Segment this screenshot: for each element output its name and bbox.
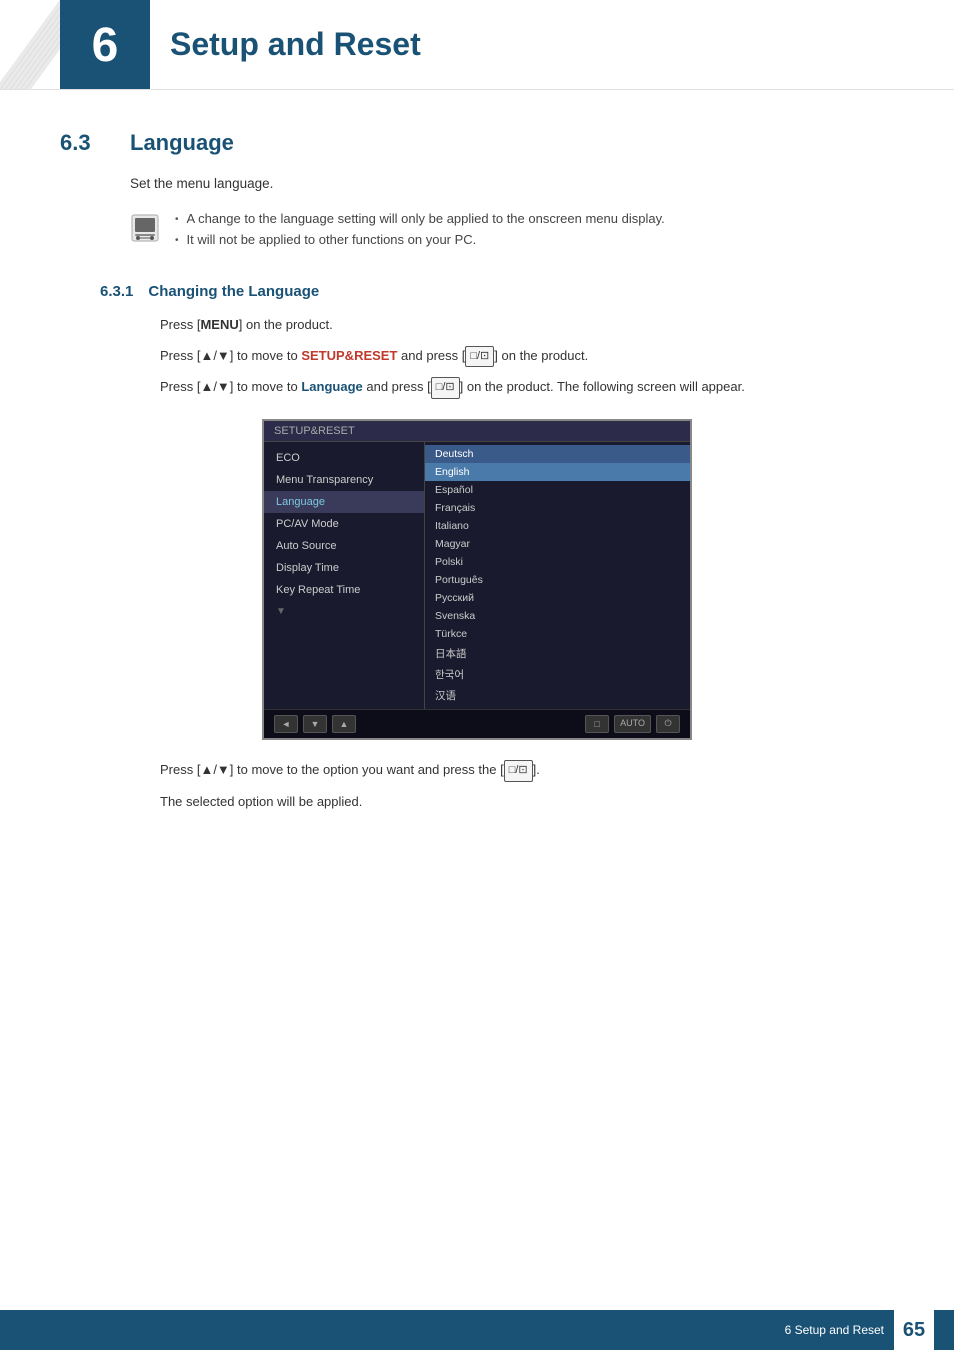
section-header: 6.3 Language (60, 130, 894, 156)
monitor-content-area: ECO Menu Transparency Language PC/AV Mod… (264, 442, 690, 709)
menu-item-eco: ECO (264, 447, 424, 469)
bullet-2: • (175, 235, 179, 246)
step-2: Press [▲/▼] to move to SETUP&RESET and p… (160, 346, 894, 368)
lang-korean: 한국어 (425, 664, 690, 685)
page-number: 65 (894, 1310, 934, 1350)
lang-chinese: 汉语 (425, 685, 690, 706)
note-icon (130, 213, 160, 243)
subsection-title: Changing the Language (148, 283, 319, 300)
monitor-btn-back: ◄ (274, 715, 298, 733)
lang-english: English (425, 463, 690, 481)
step-5: The selected option will be applied. (160, 792, 894, 813)
menu-key: MENU (200, 317, 238, 332)
footer-text: 6 Setup and Reset (785, 1323, 884, 1337)
monitor-btn-down: ▼ (303, 715, 327, 733)
page-footer: 6 Setup and Reset 65 (0, 1310, 954, 1350)
lang-deutsch: Deutsch (425, 445, 690, 463)
note-box: • A change to the language setting will … (130, 211, 894, 253)
monitor-btn-group-right: □ AUTO ⏻ (585, 715, 680, 733)
monitor-btn-up: ▲ (332, 715, 356, 733)
monitor-screenshot: SETUP&RESET ECO Menu Transparency Langua… (262, 419, 692, 740)
lang-russian: Русский (425, 589, 690, 607)
step-3: Press [▲/▼] to move to Language and pres… (160, 377, 894, 399)
monitor-btn-auto: AUTO (614, 715, 651, 733)
setup-reset-label: SETUP&RESET (301, 348, 397, 363)
lang-japanese: 日本語 (425, 643, 690, 664)
monitor-menu-bar: SETUP&RESET (264, 421, 690, 442)
monitor-btn-group-left: ◄ ▼ ▲ (274, 715, 356, 733)
lang-italiano: Italiano (425, 517, 690, 535)
header-stripes (0, 0, 60, 90)
enter-btn-1: □/⊡ (465, 346, 494, 368)
page-header: 6 Setup and Reset (0, 0, 954, 90)
menu-item-autosource: Auto Source (264, 535, 424, 557)
monitor-btn-power: ⏻ (656, 715, 680, 733)
chapter-number: 6 (92, 18, 119, 73)
section-title: Language (130, 130, 234, 156)
note-item-1: • A change to the language setting will … (175, 211, 894, 226)
note-content: • A change to the language setting will … (175, 211, 894, 253)
lang-polski: Polski (425, 553, 690, 571)
monitor-title: SETUP&RESET (274, 425, 355, 437)
menu-item-transparency: Menu Transparency (264, 469, 424, 491)
step-4: Press [▲/▼] to move to the option you wa… (160, 760, 894, 782)
bullet-1: • (175, 214, 179, 225)
section-description: Set the menu language. (130, 176, 894, 191)
main-content: 6.3 Language Set the menu language. • A … (0, 90, 954, 882)
section-number: 6.3 (60, 130, 110, 156)
menu-item-keyrepeat: Key Repeat Time (264, 579, 424, 601)
monitor-btn-enter: □ (585, 715, 609, 733)
language-label: Language (301, 380, 362, 395)
subsection-number: 6.3.1 (100, 283, 133, 300)
menu-item-displaytime: Display Time (264, 557, 424, 579)
lang-espanol: Español (425, 481, 690, 499)
monitor-right-panel: Deutsch English Español Français Italian… (424, 442, 690, 709)
monitor-left-menu: ECO Menu Transparency Language PC/AV Mod… (264, 442, 424, 709)
monitor-bottom-bar: ◄ ▼ ▲ □ AUTO ⏻ (264, 709, 690, 738)
lang-turkce: Türkce (425, 625, 690, 643)
note-item-2: • It will not be applied to other functi… (175, 232, 894, 247)
menu-item-language: Language (264, 491, 424, 513)
menu-item-pcav: PC/AV Mode (264, 513, 424, 535)
chapter-box: 6 (60, 0, 150, 90)
chapter-title: Setup and Reset (170, 26, 421, 63)
lang-magyar: Magyar (425, 535, 690, 553)
lang-francais: Français (425, 499, 690, 517)
subsection-header: 6.3.1 Changing the Language (100, 283, 894, 300)
note-text-2: It will not be applied to other function… (187, 232, 477, 247)
enter-btn-3: □/⊡ (504, 760, 533, 782)
lang-svenska: Svenska (425, 607, 690, 625)
menu-item-more: ▼ (264, 601, 424, 622)
lang-portugues: Português (425, 571, 690, 589)
enter-btn-2: □/⊡ (431, 377, 460, 399)
monitor-inner: SETUP&RESET ECO Menu Transparency Langua… (264, 421, 690, 738)
step-1: Press [MENU] on the product. (160, 315, 894, 336)
note-text-1: A change to the language setting will on… (187, 211, 665, 226)
